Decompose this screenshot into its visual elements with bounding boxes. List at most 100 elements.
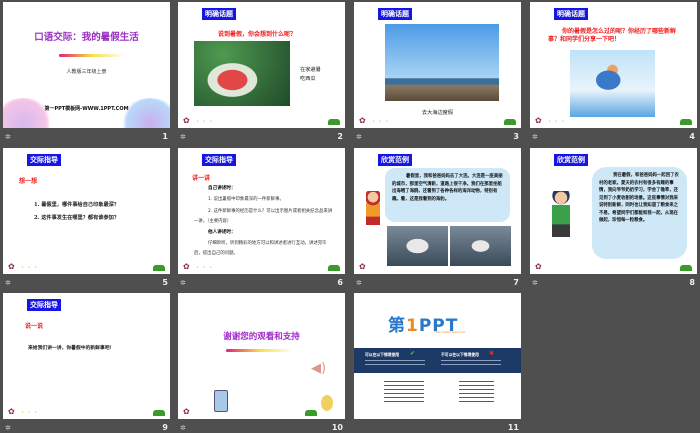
slide-number: 10 [331, 423, 343, 432]
slide-11[interactable]: 第1PPT http://www.1ppt.com 可以在以下情境使用 ✔ 不可… [354, 293, 521, 419]
seal-photo-1 [387, 226, 448, 266]
speech-bubble: 我在暑假，和爸爸妈妈一起回了农村的老家。夏天的农村有很多有趣的事情，我向爷爷奶奶… [592, 167, 687, 259]
animation-star-icon[interactable]: ✲ [5, 424, 11, 432]
slide-thumbnail-5[interactable]: 交际指导 想一想 1. 暑假里，哪件事给自己印象最深？ 2. 这件事发生在哪里？… [3, 148, 170, 288]
flower-icon: ✿ [183, 262, 190, 271]
animation-star-icon[interactable]: ✲ [356, 133, 362, 141]
other-speaking-text: 仔细聆听，听到精彩的地方可以和讲述者进行互动，讲述完毕后，提出自己的问题。 [194, 241, 327, 256]
grass-decoration [504, 119, 516, 125]
self-line-2: 2. 这件新鲜事的经历是什么？可以出示图片或者相关纪念品来讲一讲。（主要内容） [194, 209, 333, 224]
dots-decoration: • • • [21, 410, 39, 416]
animation-star-icon[interactable]: ✲ [356, 279, 362, 287]
slide-4[interactable]: 明确话题 你的暑假是怎么过的呢？你经历了哪些新鲜事？和同学们分享一下吧！ ✿ • … [530, 2, 697, 128]
section-heading: 想一想 [19, 178, 38, 185]
slide-number: 5 [162, 278, 168, 287]
slide-1[interactable]: 口语交际：我的暑假生活 人教版三年级上册 第一PPT模板网-WWW.1PPT.C… [3, 2, 170, 128]
dots-decoration: • • • [196, 119, 214, 125]
grass-decoration [680, 265, 692, 271]
slide-thumbnail-6[interactable]: 交际指导 讲一讲 自己讲述时： 1. 说出暑假中印象最深的一件新鲜事。 2. 这… [178, 148, 345, 288]
link-list-left[interactable] [384, 381, 424, 405]
flower-icon: ✿ [535, 262, 542, 271]
slide-thumbnail-8[interactable]: 欣赏范例 我在暑假，和爸爸妈妈一起回了农村的老家。夏天的农村有很多有趣的事情，我… [530, 148, 697, 288]
slide-question: 你的暑假是怎么过的呢？你经历了哪些新鲜事？和同学们分享一下吧！ [548, 28, 677, 43]
egg-character [321, 395, 333, 411]
flower-icon: ✿ [359, 262, 366, 271]
slide-number: 9 [162, 423, 168, 432]
slide-thumbnail-7[interactable]: 欣赏范例 暑假里，我和爸爸妈妈去了大连。大连是一座美丽的城市，那里空气清新，道路… [354, 148, 521, 288]
guidance-tag: 交际指导 [27, 154, 61, 166]
slide-thumbnail-4[interactable]: 明确话题 你的暑假是怎么过的呢？你经历了哪些新鲜事？和同学们分享一下吧！ ✿ • … [530, 2, 697, 142]
slide-number: 2 [337, 132, 343, 141]
slide-3[interactable]: 明确话题 去大海边度假 ✿ • • • [354, 2, 521, 128]
brand-url: http://www.1ppt.com [434, 330, 466, 334]
slide-thumbnail-3[interactable]: 明确话题 去大海边度假 ✿ • • • ✲ 3 [354, 2, 521, 142]
animation-star-icon[interactable]: ✲ [532, 133, 538, 141]
topic-tag: 明确话题 [378, 8, 412, 20]
dots-decoration: • • • [372, 119, 390, 125]
animation-star-icon[interactable]: ✲ [180, 424, 186, 432]
slide-number: 4 [689, 132, 695, 141]
question-line-2: 2. 这件事发生在哪里？都有谁参加？ [34, 215, 120, 221]
flower-icon: ✿ [183, 116, 190, 125]
section-heading: 说一说 [25, 323, 44, 330]
slide-thumbnail-9[interactable]: 交际指导 说一说 来给我们讲一讲，你暑假中的新鲜事吧！ ✿ • • • ✲ 9 [3, 293, 170, 433]
slide-subtitle: 人教版三年级上册 [66, 69, 107, 75]
slide-8[interactable]: 欣赏范例 我在暑假，和爸爸妈妈一起回了农村的老家。夏天的农村有很多有趣的事情，我… [530, 148, 697, 274]
slide-2[interactable]: 明确话题 说到暑假，你会想到什么呢？ 在家避暑 吃西瓜 ✿ • • • [178, 2, 345, 128]
slide-10[interactable]: 谢谢您的观看和支持 ◀) ✿ [178, 293, 345, 419]
prompt-line: 来给我们讲一讲，你暑假中的新鲜事吧！ [28, 345, 115, 351]
disallowed-heading: 不可以在以下情境使用 [441, 352, 479, 357]
dots-decoration: • • • [21, 265, 39, 271]
speech-bubble: 暑假里，我和爸爸妈妈去了大连。大连是一座美丽的城市，那里空气清新，道路上很干净。… [385, 168, 510, 222]
book-character [214, 390, 228, 412]
flower-icon: ✿ [535, 116, 542, 125]
self-line-1: 1. 说出暑假中印象最深的一件新鲜事。 [208, 197, 284, 202]
flower-icon: ✿ [183, 407, 190, 416]
speaker-icon[interactable]: ◀) [311, 361, 326, 376]
flower-icon: ✿ [8, 262, 15, 271]
title-underline [59, 54, 125, 57]
slide-question: 说到暑假，你会想到什么呢？ [218, 31, 297, 38]
animation-star-icon[interactable]: ✲ [532, 279, 538, 287]
slide-thumbnail-10[interactable]: 谢谢您的观看和支持 ◀) ✿ ✲ 10 [178, 293, 345, 433]
cross-icon: ✖ [489, 350, 495, 357]
slide-6[interactable]: 交际指导 讲一讲 自己讲述时： 1. 说出暑假中印象最深的一件新鲜事。 2. 这… [178, 148, 345, 274]
slide-thumbnail-11[interactable]: 第1PPT http://www.1ppt.com 可以在以下情境使用 ✔ 不可… [354, 293, 521, 433]
slide-thumbnail-2[interactable]: 明确话题 说到暑假，你会想到什么呢？ 在家避暑 吃西瓜 ✿ • • • ✲ 2 [178, 2, 345, 142]
seal-photo-2 [450, 226, 511, 266]
slide-thumbnail-1[interactable]: 口语交际：我的暑假生活 人教版三年级上册 第一PPT模板网-WWW.1PPT.C… [3, 2, 170, 142]
slide-9[interactable]: 交际指导 说一说 来给我们讲一讲，你暑假中的新鲜事吧！ ✿ • • • [3, 293, 170, 419]
grass-decoration [305, 410, 317, 416]
self-speaking-label: 自己讲述时： [208, 186, 236, 191]
guidance-tag: 交际指导 [202, 154, 236, 166]
flower-icon: ✿ [8, 407, 15, 416]
slide-7[interactable]: 欣赏范例 暑假里，我和爸爸妈妈去了大连。大连是一座美丽的城市，那里空气清新，道路… [354, 148, 521, 274]
topic-tag: 明确话题 [202, 8, 236, 20]
topic-tag: 明确话题 [554, 8, 588, 20]
boy-illustration [552, 191, 570, 237]
slide-5[interactable]: 交际指导 想一想 1. 暑假里，哪件事给自己印象最深？ 2. 这件事发生在哪里？… [3, 148, 170, 274]
slide-number: 7 [513, 278, 519, 287]
dots-decoration: • • • [196, 265, 214, 271]
grass-decoration [153, 265, 165, 271]
animation-star-icon[interactable]: ✲ [5, 279, 11, 287]
banner-fine-print [365, 360, 425, 361]
other-speaking-label: 他人讲述时： [208, 230, 236, 235]
usage-banner: 可以在以下情境使用 ✔ 不可以在以下情境使用 ✖ [354, 348, 521, 373]
grass-decoration [680, 119, 692, 125]
grass-decoration [328, 119, 340, 125]
slide-number: 3 [513, 132, 519, 141]
photo-caption: 在家避暑 吃西瓜 [300, 67, 321, 82]
link-list-right[interactable] [459, 381, 494, 405]
website-footer: 第一PPT模板网-WWW.1PPT.COM [44, 106, 129, 112]
petal-decoration-right [120, 98, 170, 128]
example-tag: 欣赏范例 [378, 154, 412, 166]
grass-decoration [328, 265, 340, 271]
question-line-1: 1. 暑假里，哪件事给自己印象最深？ [34, 202, 120, 208]
beach-photo [385, 24, 499, 101]
animation-star-icon[interactable]: ✲ [180, 133, 186, 141]
dots-decoration: • • • [548, 119, 566, 125]
slide-number: 8 [689, 278, 695, 287]
animation-star-icon[interactable]: ✲ [180, 279, 186, 287]
animation-star-icon[interactable]: ✲ [5, 133, 11, 141]
